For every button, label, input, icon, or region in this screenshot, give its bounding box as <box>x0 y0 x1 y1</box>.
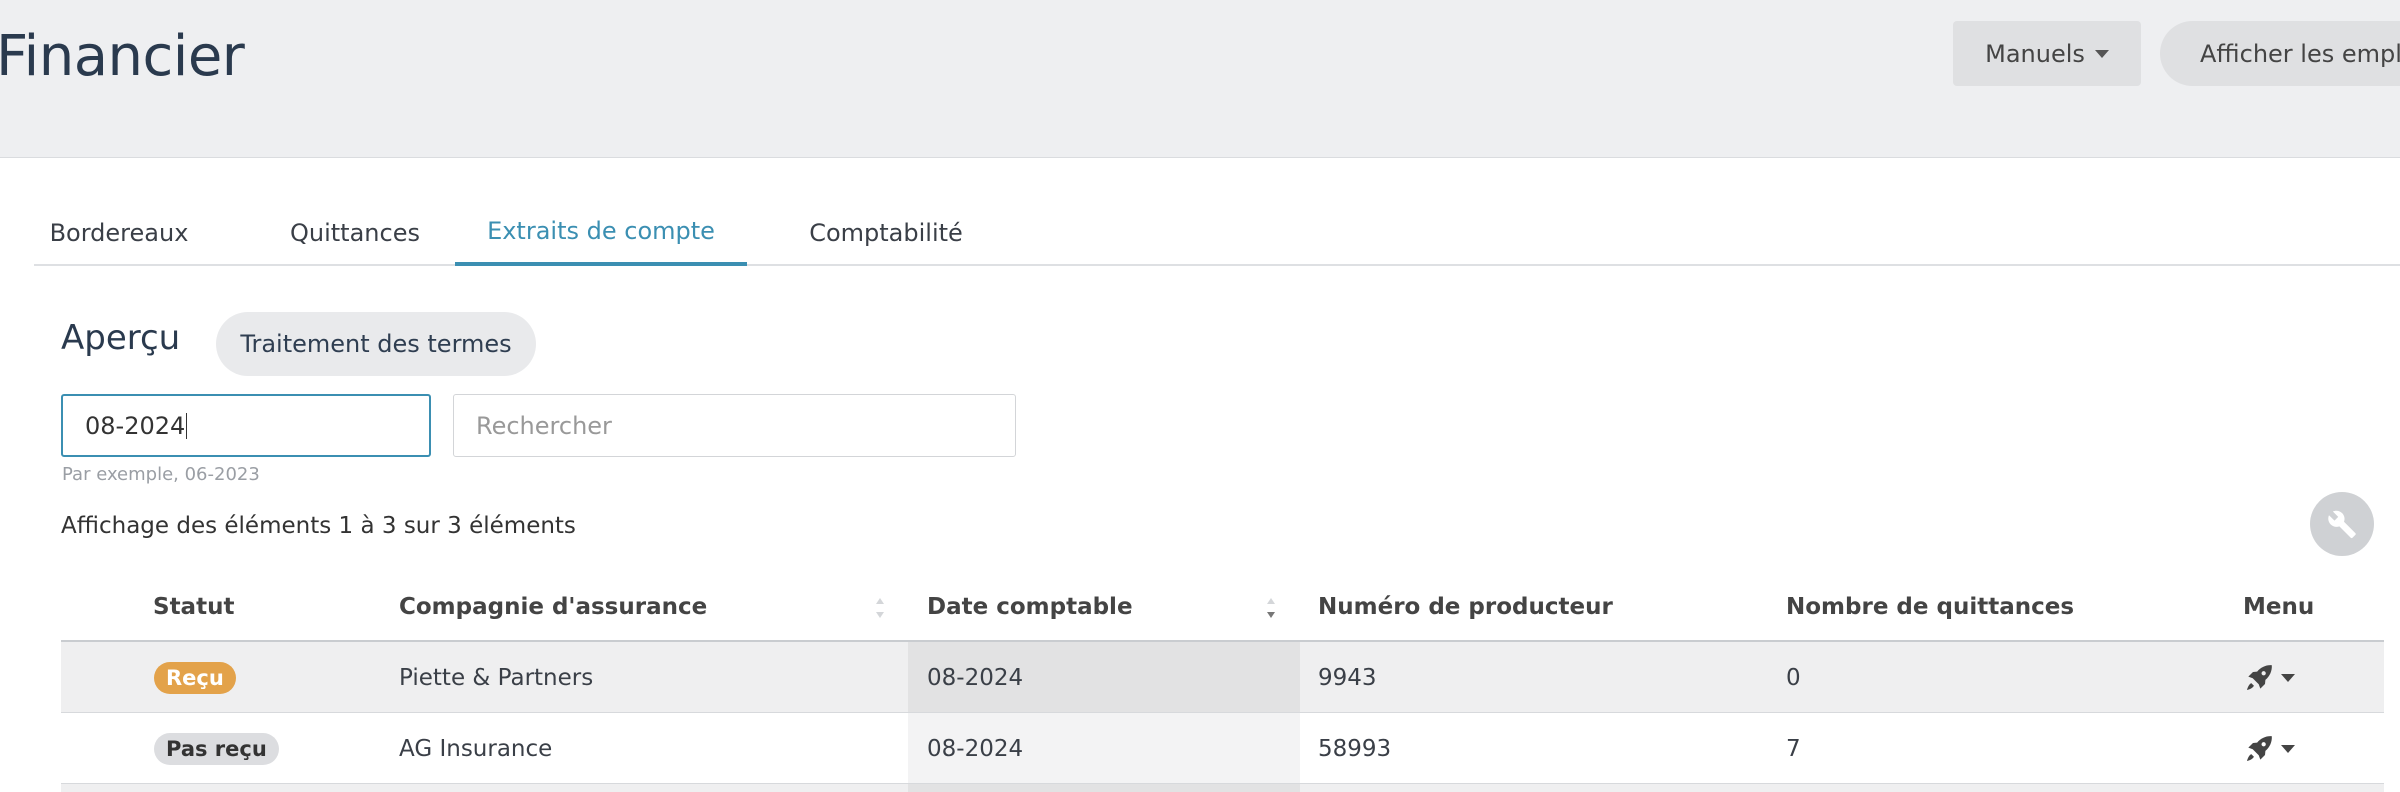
caret-down-icon <box>2094 49 2109 58</box>
column-settings-button[interactable] <box>2310 492 2374 556</box>
table-row[interactable]: Pas reçu AG Insurance 08-2024 58993 7 <box>61 713 2384 784</box>
show-jobs-button[interactable]: Afficher les emploi <box>2160 21 2400 86</box>
column-header-status[interactable]: Statut <box>153 572 234 642</box>
tab-bordereaux[interactable]: Bordereaux <box>34 200 204 266</box>
producer-cell: 58993 <box>1318 735 1392 762</box>
column-header-date[interactable]: Date comptable <box>927 572 1133 642</box>
column-header-producer[interactable]: Numéro de producteur <box>1318 572 1613 642</box>
sort-both-icon[interactable] <box>875 594 885 622</box>
rocket-icon <box>2247 735 2272 761</box>
date-cell: 08-2024 <box>927 735 1024 762</box>
row-menu-button[interactable] <box>2243 642 2295 713</box>
date-cell: 08-2024 <box>927 664 1024 691</box>
date-filter-input[interactable]: 08-2024 <box>61 394 431 457</box>
column-header-menu: Menu <box>2243 594 2315 620</box>
table-row-partial <box>61 784 2384 792</box>
receipts-cell: 7 <box>1786 735 1801 762</box>
tab-bar: Bordereaux Quittances Extraits de compte… <box>34 200 2400 266</box>
wrench-icon <box>2328 510 2356 539</box>
tab-comptabilite[interactable]: Comptabilité <box>776 200 996 266</box>
tab-extraits-de-compte[interactable]: Extraits de compte <box>455 200 747 266</box>
sorted-column-cell-bg <box>908 784 1300 792</box>
column-header-receipts[interactable]: Nombre de quittances <box>1786 572 2074 642</box>
row-menu-button[interactable] <box>2243 713 2295 784</box>
statements-table: Statut Compagnie d'assurance Date compta… <box>61 572 2384 784</box>
table-row[interactable]: Reçu Piette & Partners 08-2024 9943 0 <box>61 642 2384 713</box>
column-header-company[interactable]: Compagnie d'assurance <box>399 572 707 642</box>
sort-desc-icon[interactable] <box>1266 594 1276 622</box>
caret-down-icon <box>2281 744 2295 753</box>
results-summary: Affichage des éléments 1 à 3 sur 3 éléme… <box>61 513 576 539</box>
rocket-icon <box>2247 664 2272 690</box>
manuals-dropdown-button[interactable]: Manuels <box>1953 21 2141 86</box>
overview-title: Aperçu <box>61 318 181 358</box>
manuals-label: Manuels <box>1985 39 2085 68</box>
status-badge: Pas reçu <box>154 732 279 765</box>
page-title: Financier <box>0 24 245 89</box>
status-badge: Reçu <box>154 661 236 694</box>
company-cell: AG Insurance <box>399 735 553 762</box>
date-hint: Par exemple, 06-2023 <box>62 464 260 485</box>
terms-processing-button[interactable]: Traitement des termes <box>216 312 536 376</box>
search-input[interactable]: Rechercher <box>453 394 1016 457</box>
producer-cell: 9943 <box>1318 664 1377 691</box>
table-header: Statut Compagnie d'assurance Date compta… <box>61 572 2384 642</box>
company-cell: Piette & Partners <box>399 664 594 691</box>
tab-quittances[interactable]: Quittances <box>270 200 440 266</box>
receipts-cell: 0 <box>1786 664 1801 691</box>
page-header: Financier Manuels Afficher les emploi <box>0 0 2400 158</box>
caret-down-icon <box>2281 673 2295 682</box>
